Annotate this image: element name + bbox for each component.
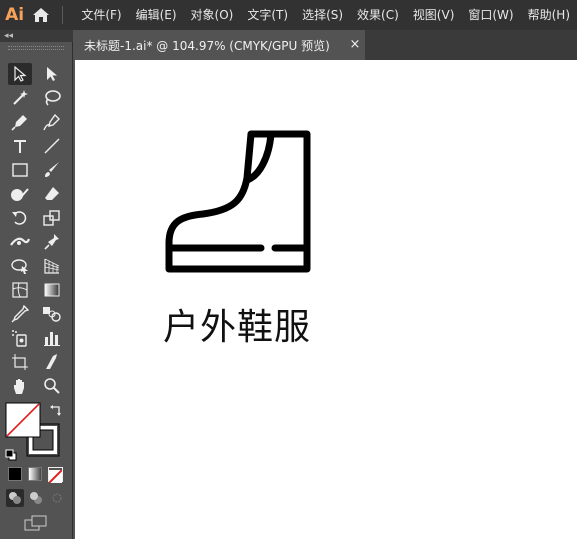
mesh-tool-icon[interactable] [8, 279, 32, 301]
perspective-grid-icon[interactable] [40, 255, 64, 277]
line-segment-icon[interactable] [40, 135, 64, 157]
direct-selection-tool-icon[interactable] [40, 63, 64, 85]
change-screen-mode-icon[interactable] [24, 515, 48, 533]
menu-separator [61, 6, 63, 24]
curvature-tool-icon[interactable] [40, 111, 64, 133]
menu-edit[interactable]: 编辑(E) [129, 0, 184, 30]
draw-normal-icon[interactable] [6, 489, 24, 507]
shaper-tool-icon[interactable] [8, 183, 32, 205]
puppet-warp-icon[interactable] [40, 231, 64, 253]
rectangle-tool-icon[interactable] [8, 159, 32, 181]
default-fill-stroke-icon[interactable] [5, 446, 17, 461]
tools-panel: ◂◂ [0, 30, 73, 539]
home-icon[interactable] [29, 0, 53, 30]
pen-tool-icon[interactable] [8, 111, 32, 133]
paintbrush-icon[interactable] [40, 159, 64, 181]
lasso-icon[interactable] [40, 87, 64, 109]
boot-icon[interactable] [163, 130, 313, 275]
menu-file[interactable]: 文件(F) [74, 0, 128, 30]
menu-type[interactable]: 文字(T) [240, 0, 295, 30]
symbol-sprayer-icon[interactable] [8, 327, 32, 349]
color-mode-icon[interactable] [8, 467, 22, 481]
menu-effect[interactable]: 效果(C) [350, 0, 406, 30]
artboard-canvas[interactable]: 户外鞋服 [75, 60, 577, 539]
document-tab-strip: 未标题-1.ai* @ 104.97% (CMYK/GPU 预览) × [75, 30, 577, 60]
menu-window[interactable]: 窗口(W) [461, 0, 520, 30]
scale-tool-icon[interactable] [40, 207, 64, 229]
artboard-tool-icon[interactable] [8, 351, 32, 373]
column-graph-icon[interactable] [40, 327, 64, 349]
magic-wand-icon[interactable] [8, 87, 32, 109]
width-tool-icon[interactable] [8, 231, 32, 253]
eraser-icon[interactable] [40, 183, 64, 205]
document-tab-label: 未标题-1.ai* @ 104.97% (CMYK/GPU 预览) [84, 38, 330, 53]
menu-help[interactable]: 帮助(H) [521, 0, 577, 30]
hand-tool-icon[interactable] [8, 375, 32, 397]
eyedropper-icon[interactable] [8, 303, 32, 325]
menu-object[interactable]: 对象(O) [184, 0, 241, 30]
zoom-tool-icon[interactable] [40, 375, 64, 397]
panel-grip[interactable] [8, 46, 64, 50]
app-logo: Ai [5, 5, 25, 25]
draw-behind-icon[interactable] [27, 489, 45, 507]
shape-builder-icon[interactable] [8, 255, 32, 277]
close-icon[interactable]: × [345, 30, 365, 60]
draw-inside-icon[interactable] [48, 489, 66, 507]
swap-fill-stroke-icon[interactable] [49, 403, 63, 417]
menu-select[interactable]: 选择(S) [295, 0, 350, 30]
slice-tool-icon[interactable] [40, 351, 64, 373]
selection-tool-icon[interactable] [8, 63, 32, 85]
gradient-tool-icon[interactable] [40, 279, 64, 301]
blend-tool-icon[interactable] [40, 303, 64, 325]
document-tab[interactable]: 未标题-1.ai* @ 104.97% (CMYK/GPU 预览) × [75, 30, 365, 60]
artwork-text[interactable]: 户外鞋服 [163, 298, 311, 350]
menu-bar: Ai 文件(F) 编辑(E) 对象(O) 文字(T) 选择(S) 效果(C) 视… [0, 0, 577, 30]
type-tool-icon[interactable] [8, 135, 32, 157]
collapse-panel-icon[interactable]: ◂◂ [0, 30, 73, 42]
rotate-tool-icon[interactable] [8, 207, 32, 229]
gradient-mode-icon[interactable] [28, 467, 42, 481]
menu-view[interactable]: 视图(V) [406, 0, 462, 30]
none-mode-icon[interactable] [48, 467, 63, 484]
main-menu: 文件(F) 编辑(E) 对象(O) 文字(T) 选择(S) 效果(C) 视图(V… [74, 0, 577, 30]
